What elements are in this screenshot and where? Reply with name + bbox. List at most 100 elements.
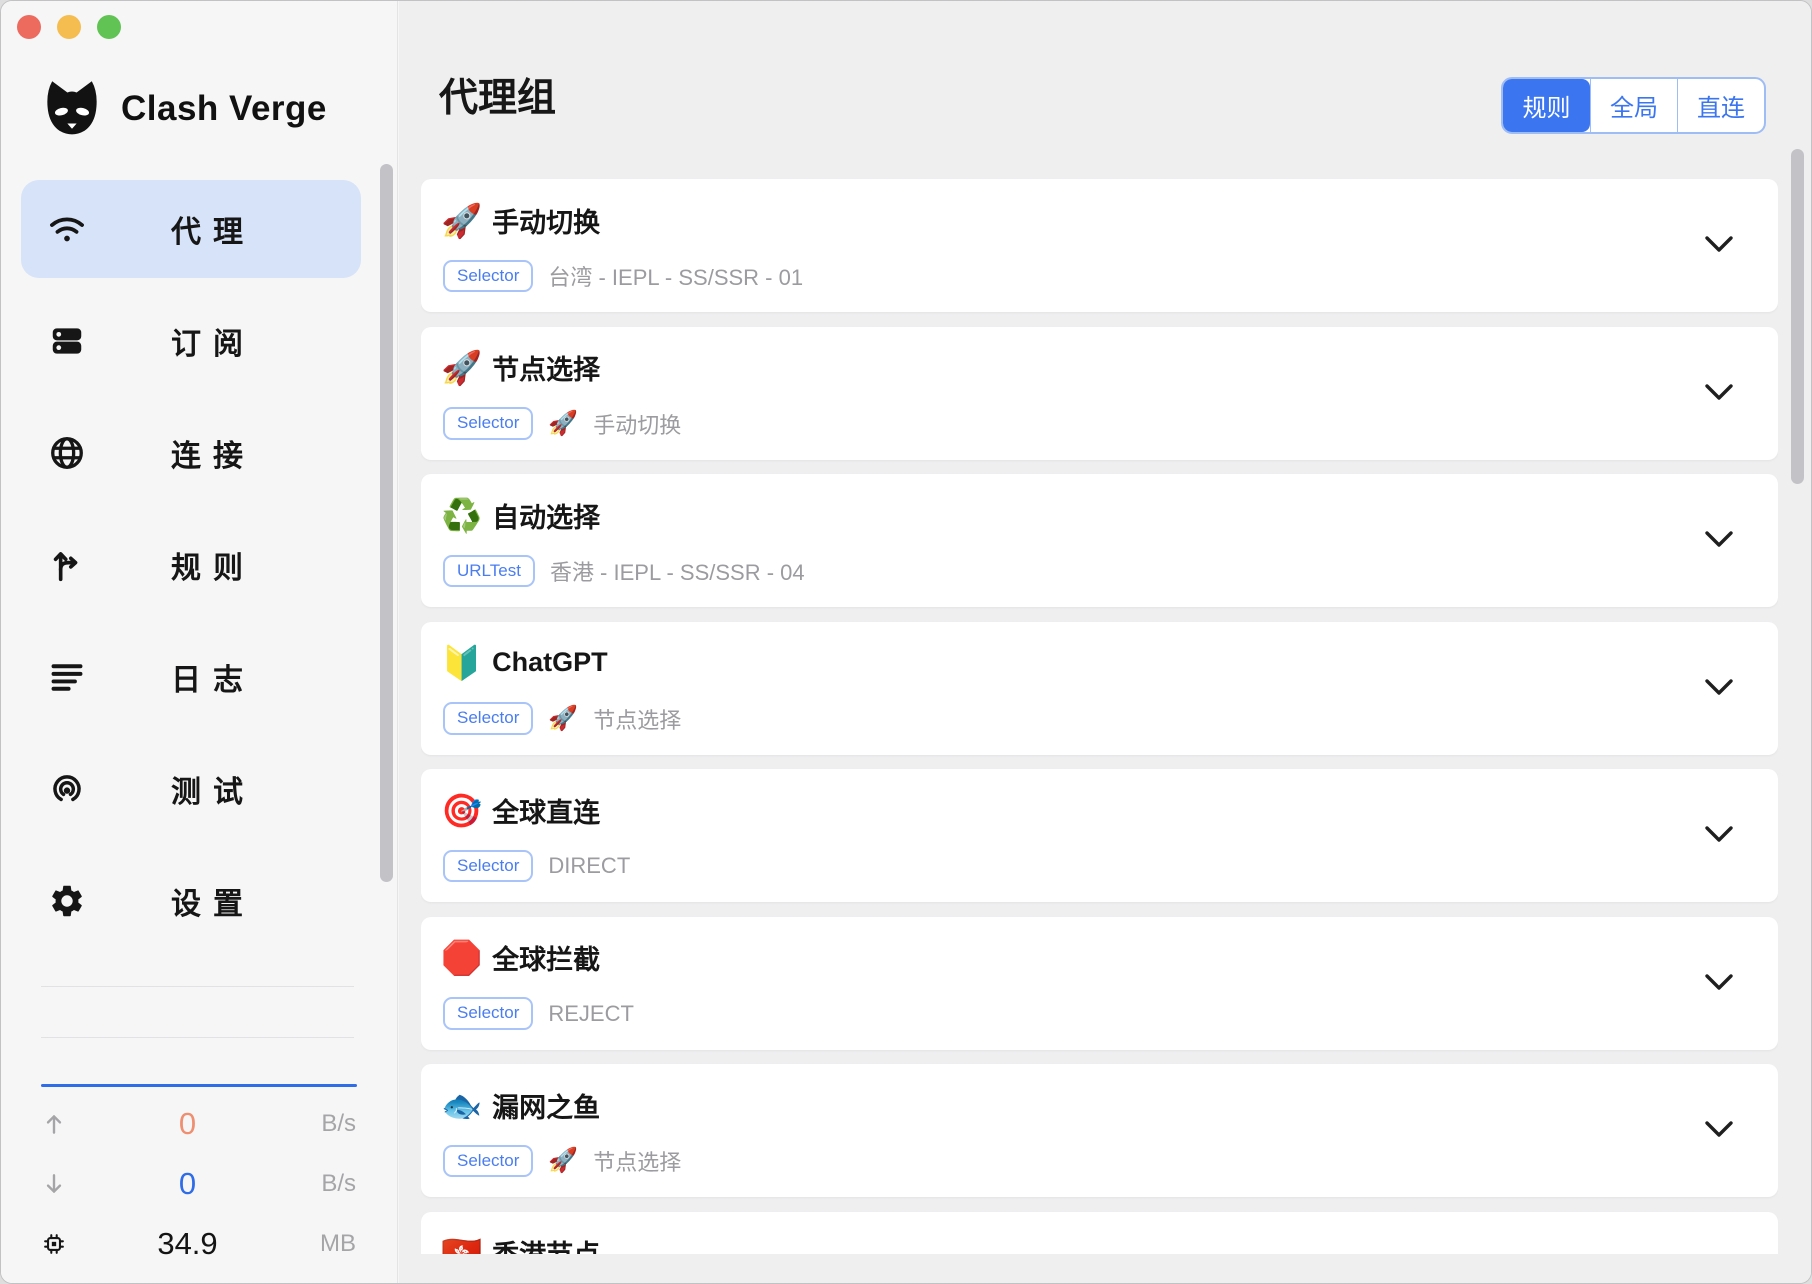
sidebar-item-profiles[interactable]: 订阅 xyxy=(21,292,361,390)
proxy-group-card[interactable]: ♻️ 自动选择 URLTest 香港 - IEPL - SS/SSR - 04 xyxy=(421,474,1778,607)
sidebar-item-settings[interactable]: 设置 xyxy=(21,852,361,950)
gear-icon xyxy=(47,881,87,921)
group-current-node: 台湾 - IEPL - SS/SSR - 01 xyxy=(548,260,803,292)
page-title: 代理组 xyxy=(439,67,556,123)
group-current-node: 手动切换 xyxy=(593,408,681,440)
app-window: Clash Verge 代理 订阅 xyxy=(0,0,1812,1284)
download-speed-value: 0 xyxy=(71,1166,304,1202)
group-current-node: 香港 - IEPL - SS/SSR - 04 xyxy=(550,555,805,587)
proxy-group-card[interactable]: 🚀 节点选择 Selector 🚀 手动切换 xyxy=(421,327,1778,460)
hk-flag-emoji-icon: 🇭🇰 xyxy=(441,1236,482,1254)
group-title: 🐟 漏网之鱼 xyxy=(441,1084,600,1126)
stop-sign-emoji-icon: 🛑 xyxy=(441,941,482,974)
group-name: 全球拦截 xyxy=(492,938,600,977)
log-lines-icon xyxy=(47,657,87,697)
fish-emoji-icon: 🐟 xyxy=(441,1089,482,1122)
upload-speed-value: 0 xyxy=(71,1106,304,1142)
memory-usage-row: 34.9 MB xyxy=(41,1225,356,1263)
proxy-group-list: 🚀 手动切换 Selector 台湾 - IEPL - SS/SSR - 01 … xyxy=(421,161,1778,1254)
group-type-badge: Selector xyxy=(443,1145,533,1177)
chevron-down-icon[interactable] xyxy=(1704,678,1734,697)
maximize-window-button[interactable] xyxy=(97,15,121,39)
now-node-emoji-icon: 🚀 xyxy=(548,707,578,731)
chevron-down-icon[interactable] xyxy=(1704,1120,1734,1139)
group-current-node: 节点选择 xyxy=(593,1145,681,1177)
group-subrow: URLTest 香港 - IEPL - SS/SSR - 04 xyxy=(443,552,805,590)
stats-accent-line xyxy=(41,1084,357,1087)
app-logo: Clash Verge xyxy=(39,75,327,143)
group-type-badge: Selector xyxy=(443,997,533,1029)
group-current-node: 节点选择 xyxy=(593,703,681,735)
group-current-node: REJECT xyxy=(548,1001,634,1027)
sidebar-item-label: 代理 xyxy=(87,207,361,251)
proxy-group-card[interactable]: 🔰 ChatGPT Selector 🚀 节点选择 xyxy=(421,622,1778,755)
group-title: 🔰 ChatGPT xyxy=(441,642,608,684)
tab-rule-mode[interactable]: 规则 xyxy=(1503,79,1590,132)
proxy-group-card[interactable]: 🐟 漏网之鱼 Selector 🚀 节点选择 xyxy=(421,1064,1778,1197)
sidebar-item-label: 连接 xyxy=(87,431,361,475)
group-name: 手动切换 xyxy=(492,201,600,240)
memory-chip-icon xyxy=(41,1231,71,1257)
chevron-down-icon[interactable] xyxy=(1704,235,1734,254)
tab-direct-mode[interactable]: 直连 xyxy=(1677,79,1764,132)
proxy-mode-tabs: 规则 全局 直连 xyxy=(1501,77,1766,134)
sidebar-divider xyxy=(41,1037,354,1038)
group-subrow: Selector 台湾 - IEPL - SS/SSR - 01 xyxy=(443,257,803,295)
sidebar: Clash Verge 代理 订阅 xyxy=(1,1,398,1283)
group-subrow: Selector 🚀 节点选择 xyxy=(443,700,681,738)
group-type-badge: Selector xyxy=(443,850,533,882)
sidebar-scrollbar-thumb[interactable] xyxy=(380,164,393,882)
sidebar-item-label: 订阅 xyxy=(87,319,361,363)
proxy-group-card[interactable]: 🛑 全球拦截 Selector REJECT xyxy=(421,917,1778,1050)
group-subrow: Selector 🚀 手动切换 xyxy=(443,405,681,443)
cat-logo-icon xyxy=(39,76,105,142)
sidebar-item-rules[interactable]: 规则 xyxy=(21,516,361,614)
group-title: 🎯 全球直连 xyxy=(441,789,600,831)
group-type-badge: Selector xyxy=(443,702,533,734)
upload-speed-row: 0 B/s xyxy=(41,1105,356,1143)
sidebar-item-label: 日志 xyxy=(87,655,361,699)
broadcast-icon xyxy=(47,769,87,809)
now-node-emoji-icon: 🚀 xyxy=(548,412,578,436)
close-window-button[interactable] xyxy=(17,15,41,39)
download-speed-unit: B/s xyxy=(304,1170,356,1198)
group-name: 漏网之鱼 xyxy=(492,1086,600,1125)
sidebar-divider xyxy=(41,986,354,987)
memory-usage-unit: MB xyxy=(304,1230,356,1258)
group-name: 自动选择 xyxy=(492,496,600,535)
arrow-down-icon xyxy=(41,1171,71,1197)
group-title: 🛑 全球拦截 xyxy=(441,937,600,979)
chevron-down-icon[interactable] xyxy=(1704,383,1734,402)
group-subrow: Selector 🚀 节点选择 xyxy=(443,1142,681,1180)
sidebar-item-label: 设置 xyxy=(87,879,361,923)
minimize-window-button[interactable] xyxy=(57,15,81,39)
beginner-emoji-icon: 🔰 xyxy=(441,646,482,679)
group-name: 全球直连 xyxy=(492,791,600,830)
chevron-down-icon[interactable] xyxy=(1704,825,1734,844)
sidebar-item-proxies[interactable]: 代理 xyxy=(21,180,361,278)
chevron-down-icon[interactable] xyxy=(1704,973,1734,992)
sidebar-item-logs[interactable]: 日志 xyxy=(21,628,361,726)
main-scrollbar-thumb[interactable] xyxy=(1791,149,1804,484)
sidebar-item-connections[interactable]: 连接 xyxy=(21,404,361,502)
group-current-node: DIRECT xyxy=(548,853,630,879)
sidebar-item-label: 测试 xyxy=(87,767,361,811)
rocket-emoji-icon: 🚀 xyxy=(441,351,482,384)
proxy-group-card[interactable]: 🚀 手动切换 Selector 台湾 - IEPL - SS/SSR - 01 xyxy=(421,179,1778,312)
proxy-group-card[interactable]: 🇭🇰 香港节点 xyxy=(421,1212,1778,1255)
profiles-icon xyxy=(47,321,87,361)
group-type-badge: Selector xyxy=(443,407,533,439)
sidebar-item-test[interactable]: 测试 xyxy=(21,740,361,838)
recycle-emoji-icon: ♻️ xyxy=(441,499,482,532)
group-type-badge: Selector xyxy=(443,260,533,292)
chevron-down-icon[interactable] xyxy=(1704,530,1734,549)
download-speed-row: 0 B/s xyxy=(41,1165,356,1203)
group-name: 节点选择 xyxy=(492,348,600,387)
fork-arrow-icon xyxy=(47,545,87,585)
proxy-group-card[interactable]: 🎯 全球直连 Selector DIRECT xyxy=(421,769,1778,902)
now-node-emoji-icon: 🚀 xyxy=(548,1149,578,1173)
group-name: 香港节点 xyxy=(492,1233,600,1254)
upload-speed-unit: B/s xyxy=(304,1110,356,1138)
tab-global-mode[interactable]: 全局 xyxy=(1590,79,1677,132)
group-name: ChatGPT xyxy=(492,647,608,678)
